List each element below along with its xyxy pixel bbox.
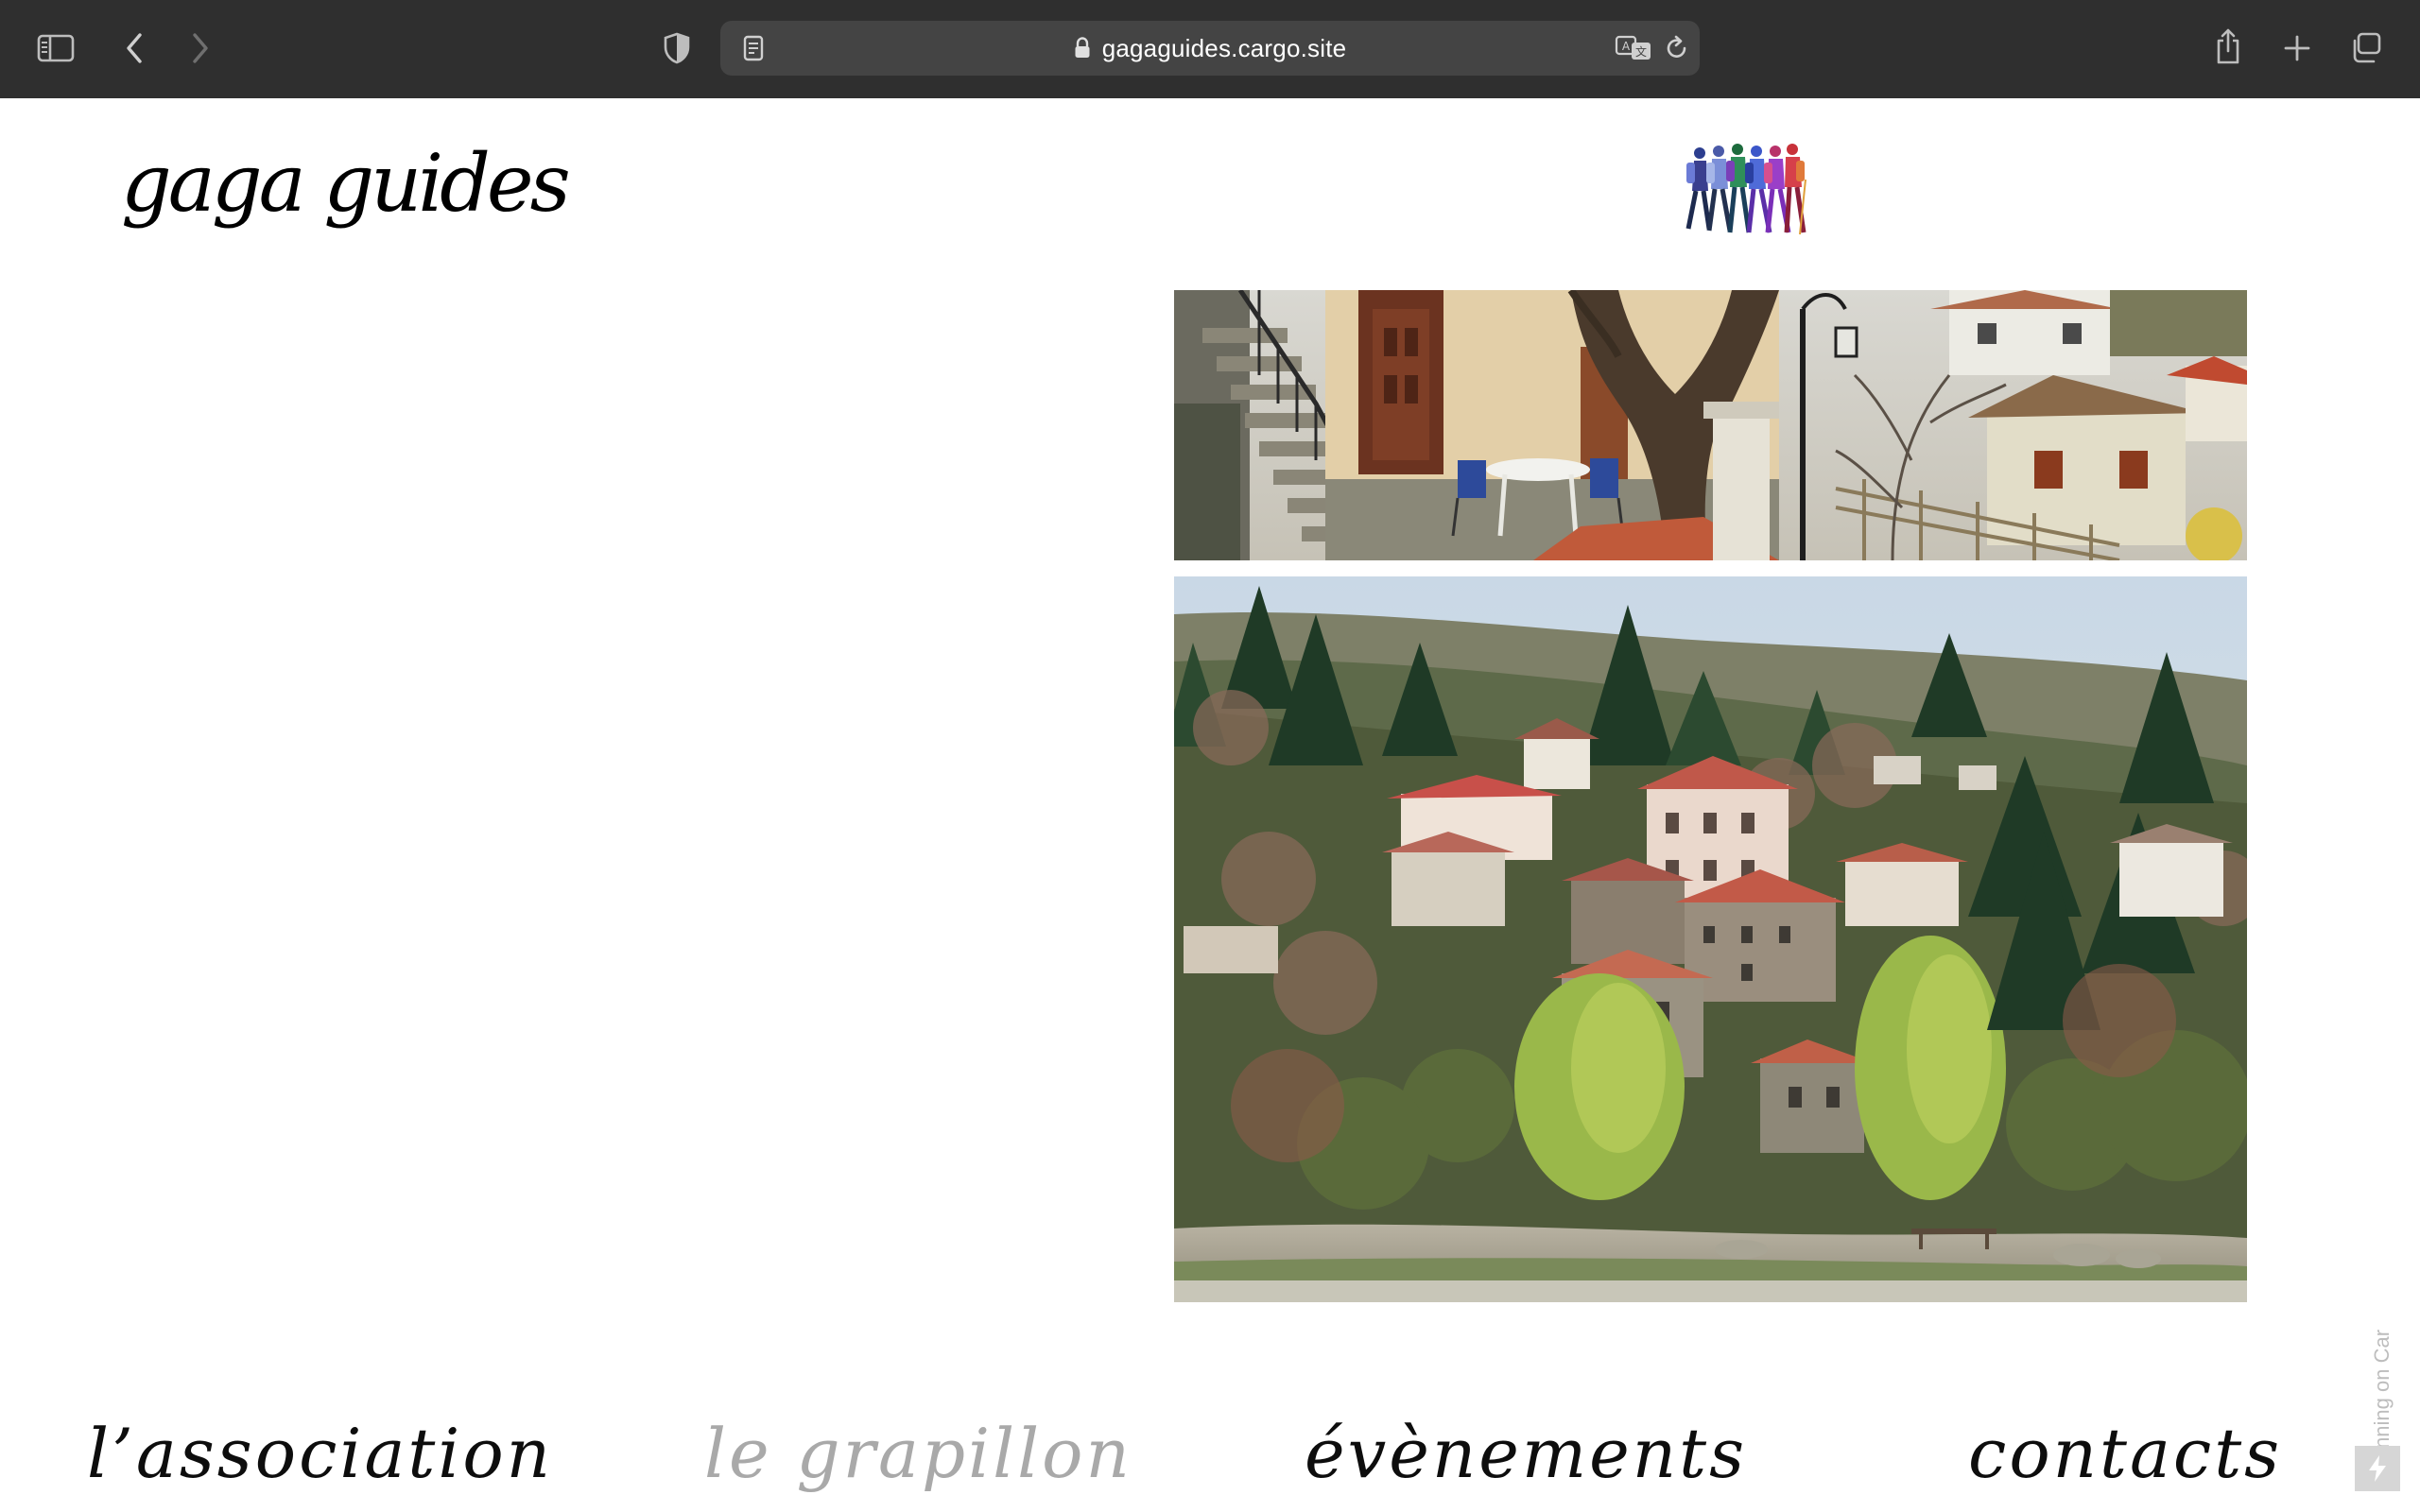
svg-text:A: A: [1622, 40, 1631, 53]
shield-icon[interactable]: [658, 28, 696, 68]
hikers-logo[interactable]: [1683, 142, 1807, 240]
web-page: gaga guides l’association le grapillon é…: [0, 98, 2420, 1512]
bolt-icon[interactable]: [2355, 1446, 2400, 1491]
site-title[interactable]: gaga guides: [121, 144, 571, 223]
url-text[interactable]: gagaguides.cargo.site: [1102, 34, 1347, 63]
nav-evenements[interactable]: évènements: [1305, 1419, 1747, 1487]
nav-contacts[interactable]: contacts: [1968, 1419, 2282, 1487]
lock-icon: [1074, 37, 1091, 60]
reload-icon[interactable]: [1660, 30, 1694, 66]
svg-text:文: 文: [1635, 44, 1647, 59]
plus-icon[interactable]: [2278, 28, 2316, 68]
nav-grapillon[interactable]: le grapillon: [704, 1419, 1132, 1487]
translate-icon[interactable]: A 文: [1613, 30, 1654, 66]
sidebar-icon[interactable]: [36, 28, 76, 68]
browser-toolbar: gagaguides.cargo.site A 文: [0, 0, 2420, 99]
village-courtyard-photo: [1174, 290, 2247, 560]
chevron-right-icon[interactable]: [183, 28, 217, 68]
chevron-left-icon[interactable]: [117, 28, 151, 68]
tabs-overview-icon[interactable]: [2346, 28, 2386, 68]
share-icon[interactable]: [2210, 25, 2246, 68]
hillside-village-photo: [1174, 576, 2247, 1302]
address-bar[interactable]: gagaguides.cargo.site A 文: [720, 21, 1700, 76]
nav-association[interactable]: l’association: [87, 1419, 553, 1487]
